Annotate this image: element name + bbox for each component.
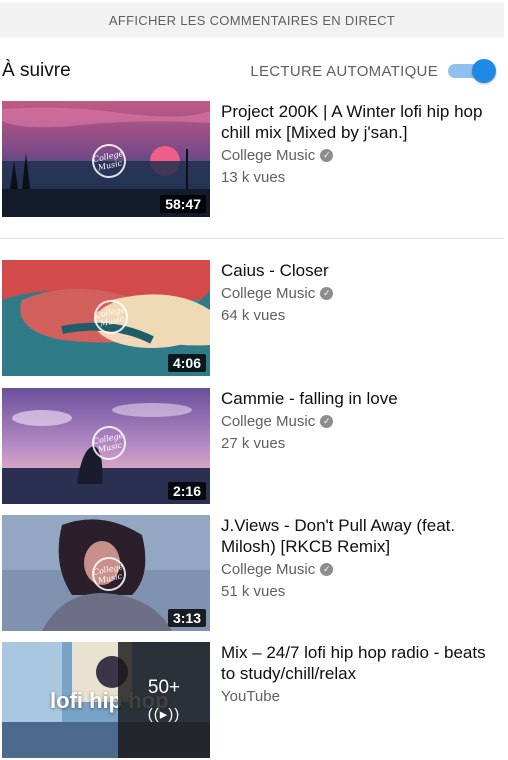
verified-check-icon: ✓: [320, 149, 334, 162]
channel-name[interactable]: YouTube: [221, 688, 280, 705]
video-meta: Mix – 24/7 lofi hip hop radio - beats to…: [221, 642, 504, 705]
up-next-video-item[interactable]: College Music 3:13 J.Views - Don't Pull …: [0, 515, 504, 633]
verified-check-icon: ✓: [320, 563, 334, 576]
autoplay-label: LECTURE AUTOMATIQUE: [250, 62, 438, 80]
channel-name[interactable]: College Music: [221, 561, 315, 578]
channel-row: College Music ✓: [221, 413, 504, 430]
up-next-video-item[interactable]: College Music 4:06 Caius - Closer Colleg…: [0, 260, 504, 378]
verified-check-icon: ✓: [320, 287, 334, 300]
view-count: 64 k vues: [221, 307, 286, 324]
video-thumbnail[interactable]: College Music 58:47: [2, 101, 210, 217]
channel-row: College Music ✓: [221, 285, 504, 302]
autoplay-control: LECTURE AUTOMATIQUE: [250, 59, 496, 83]
video-meta: Project 200K | A Winter lofi hip hop chi…: [221, 101, 504, 186]
channel-name[interactable]: College Music: [221, 285, 315, 302]
view-count: 13 k vues: [221, 169, 286, 186]
channel-row: College Music ✓: [221, 561, 504, 578]
up-next-mix-item[interactable]: lofi hip hop 50+ ((▸)) Mix – 24/7 lofi h…: [0, 642, 504, 760]
video-duration: 3:13: [167, 609, 206, 627]
channel-name[interactable]: College Music: [221, 147, 315, 164]
mix-thumbnail[interactable]: lofi hip hop 50+ ((▸)): [2, 642, 210, 758]
divider: [0, 238, 504, 239]
video-thumbnail[interactable]: College Music 2:16: [2, 388, 210, 504]
up-next-header: À suivre LECTURE AUTOMATIQUE: [2, 55, 496, 87]
up-next-video-item[interactable]: College Music 2:16 Cammie - falling in l…: [0, 388, 504, 506]
view-count: 51 k vues: [221, 583, 286, 600]
video-thumbnail[interactable]: College Music 4:06: [2, 260, 210, 376]
video-title[interactable]: Caius - Closer: [221, 260, 504, 281]
broadcast-icon: ((▸)): [147, 706, 181, 723]
video-title[interactable]: Mix – 24/7 lofi hip hop radio - beats to…: [221, 642, 504, 684]
autoplay-toggle-knob: [472, 59, 496, 83]
up-next-video-item[interactable]: College Music 58:47 Project 200K | A Win…: [0, 101, 504, 219]
video-title[interactable]: J.Views - Don't Pull Away (feat. Milosh)…: [221, 515, 504, 557]
show-live-chat-label: AFFICHER LES COMMENTAIRES EN DIRECT: [108, 12, 396, 28]
video-title[interactable]: Project 200K | A Winter lofi hip hop chi…: [221, 101, 504, 143]
mix-count: 50+: [147, 677, 181, 698]
video-meta: Cammie - falling in love College Music ✓…: [221, 388, 504, 452]
autoplay-toggle[interactable]: [448, 59, 496, 83]
view-count: 27 k vues: [221, 435, 286, 452]
verified-check-icon: ✓: [320, 415, 334, 428]
video-meta: Caius - Closer College Music ✓ 64 k vues: [221, 260, 504, 324]
channel-row: College Music ✓: [221, 147, 504, 164]
channel-name[interactable]: College Music: [221, 413, 315, 430]
mix-overlay: 50+ ((▸)): [118, 642, 210, 758]
video-duration: 58:47: [160, 195, 206, 213]
video-title[interactable]: Cammie - falling in love: [221, 388, 504, 409]
video-duration: 4:06: [167, 354, 206, 372]
video-meta: J.Views - Don't Pull Away (feat. Milosh)…: [221, 515, 504, 600]
show-live-chat-button[interactable]: AFFICHER LES COMMENTAIRES EN DIRECT: [0, 2, 504, 38]
up-next-title: À suivre: [2, 60, 71, 81]
video-thumbnail[interactable]: College Music 3:13: [2, 515, 210, 631]
channel-row: YouTube: [221, 688, 504, 705]
video-duration: 2:16: [167, 482, 206, 500]
